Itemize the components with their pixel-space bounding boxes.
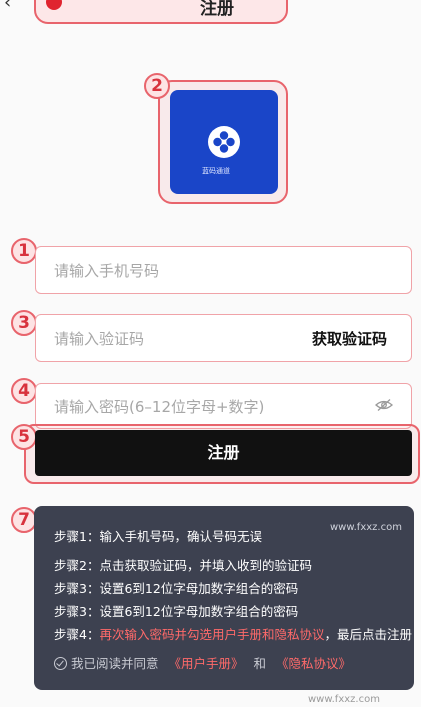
code-placeholder: 请输入验证码 <box>54 329 145 348</box>
agreement-row: 我已阅读并同意 《用户手册》 和 《隐私协议》 <box>54 653 351 672</box>
phone-placeholder: 请输入手机号码 <box>54 261 160 280</box>
page-title: 注册 <box>200 0 234 19</box>
step-marker-5: 5 <box>11 424 37 450</box>
step-marker-2: 2 <box>144 73 170 99</box>
and-text: 和 <box>253 656 267 671</box>
clover-logo-icon <box>208 126 240 158</box>
instruction-step-4: 步骤4：再次输入密码并勾选用户手册和隐私协议，最后点击注册 <box>54 627 412 642</box>
instruction-step-2: 步骤2：点击获取验证码，并填入收到的验证码 <box>54 558 312 573</box>
step-marker-3: 3 <box>11 310 37 336</box>
header-bar <box>34 0 288 24</box>
footer-watermark: www.fxxz.com <box>308 694 380 705</box>
get-code-button[interactable]: 获取验证码 <box>312 328 387 349</box>
step-marker-1: 1 <box>11 238 37 264</box>
password-input[interactable]: 请输入密码(6–12位字母+数字) <box>35 383 412 429</box>
instruction-step-3b: 步骤3：设置6到12位字母加数字组合的密码 <box>54 604 299 619</box>
phone-input[interactable]: 请输入手机号码 <box>35 246 412 294</box>
register-button[interactable]: 注册 <box>35 430 412 476</box>
logo-caption: 蓝码通道 <box>202 167 230 175</box>
agree-checkbox[interactable] <box>54 657 67 670</box>
eye-off-icon[interactable] <box>375 398 393 412</box>
instruction-step-1: 步骤1：输入手机号码，确认号码无误 <box>54 529 262 544</box>
back-icon[interactable]: ‹ <box>4 0 11 13</box>
panel-watermark: www.fxxz.com <box>330 522 402 533</box>
step-marker-4: 4 <box>11 378 37 404</box>
password-placeholder: 请输入密码(6–12位字母+数字) <box>54 397 265 416</box>
agree-text: 我已阅读并同意 <box>71 656 159 671</box>
instruction-step-3: 步骤3：设置6到12位字母加数字组合的密码 <box>54 581 299 596</box>
user-manual-link[interactable]: 《用户手册》 <box>169 656 244 671</box>
privacy-link[interactable]: 《隐私协议》 <box>276 656 351 671</box>
